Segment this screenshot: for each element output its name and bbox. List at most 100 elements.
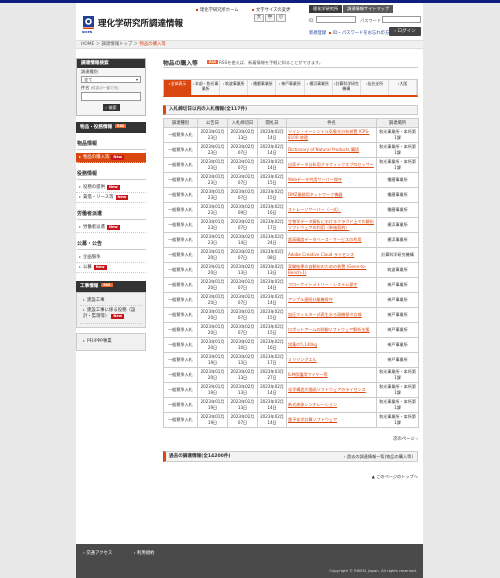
kind-select[interactable]: 全て [81, 76, 141, 83]
col-header: 開札日 [257, 118, 287, 128]
rss-badge[interactable]: RSS [115, 124, 127, 128]
subject-link[interactable]: ロボットアームの制御ソフトウェア解析支援 [288, 327, 370, 332]
cell-type: 一般競争入札 [163, 412, 198, 428]
cell-type: 一般競争入札 [163, 352, 198, 368]
subject-link[interactable]: フローサイトメトリー・システム保守 [288, 282, 357, 287]
forgot-id-link[interactable]: ID・パスワードをお忘れの方 [329, 30, 389, 36]
cell-location: 和光事業所・本所第1課 [376, 142, 419, 158]
sidebar-item-construction[interactable]: 建設工事 [80, 296, 142, 306]
subject-link[interactable]: 自家データ分析用グラフィックスプロセッサー [288, 162, 374, 167]
name-label-row: 件名 (件名の一部で可) [77, 84, 145, 91]
sidebar: 調達情報検索 調達種別 全て 件名 (件名の一部で可) › 検索 物品・役務情報… [76, 58, 146, 351]
to-top-link[interactable]: ▲ このページのトップへ [163, 474, 418, 480]
tab-label: 計算科学研究機構 [335, 81, 359, 91]
footer-link-access[interactable]: › 交通アクセス [83, 551, 122, 556]
id-input[interactable] [316, 16, 356, 23]
subject-link[interactable]: Webデータ共用サーバー保守 [288, 177, 342, 182]
search-title: 調達情報検索 [77, 59, 145, 68]
tab-harima[interactable]: 播磨事業所 [248, 80, 277, 95]
name-input[interactable] [81, 92, 141, 101]
sidebar-item-competition[interactable]: 企画競争 [76, 253, 146, 263]
cell-deadline: 2023年02月09日 [227, 202, 258, 218]
subject-link[interactable]: ストレージサーバー（一式） [288, 207, 341, 212]
cell-type: 一般競争入札 [163, 322, 198, 338]
cell-location: 神戸事業所 [376, 277, 419, 293]
sidebar-item-service[interactable]: 役務の提供 New [76, 183, 146, 193]
rss-badge[interactable]: RSS [101, 283, 113, 287]
subject-link[interactable]: Dictionary of Natural Products 購読 [288, 147, 359, 152]
subject-link[interactable]: 試薬の5,140kg [288, 342, 317, 347]
login-button[interactable]: › ログイン [389, 27, 421, 36]
sidebar-item-lease[interactable]: 賃借・リース等 New [76, 193, 146, 203]
cell-notice-date: 2023年01月20日 [197, 262, 228, 278]
cell-subject: ツイン・イーシントル気象光分析装置 ICPS-8100 修理 [286, 127, 377, 143]
cell-location: 播磨事業所 [376, 202, 419, 218]
subject-link[interactable]: Adobe Creative Cloud ライセンス [288, 252, 354, 257]
sidebar-item-construction-service[interactable]: 建設工事に係る役務（設計・監理等） New [80, 306, 142, 324]
subject-link[interactable]: 加圧フィルター式再生水ろ過機保守点検 [288, 312, 362, 317]
cell-location: 神戸事業所 [376, 337, 419, 353]
subject-link[interactable]: 生物学データ解析におけるクラウド上での解析ソフトウェアの利用（単価契約） [288, 219, 374, 230]
cell-type: 一般競争入札 [163, 367, 198, 383]
subject-link[interactable]: 量子化学計算ソフトウェア [288, 417, 337, 422]
search-button[interactable]: › 検索 [102, 104, 120, 111]
name-hint: (件名の一部で可) [90, 86, 119, 90]
subject-link[interactable]: 新式液体シンチレーション [288, 402, 337, 407]
sidebar-item-dispatch[interactable]: 労働者派遣 New [76, 223, 146, 233]
cell-opening-date: 2023年02月14日 [257, 292, 287, 308]
tab-label: 横浜事業所 [309, 81, 329, 86]
site-title[interactable]: 理化学研究所調達情報 [98, 17, 183, 29]
riken-home-link[interactable]: 理化学研究所ホーム [196, 7, 239, 13]
table-row: 一般競争入札 2023年01月20日 2023年02月07日 2023年02月14日ア… [163, 292, 419, 308]
subject-link[interactable]: 超高精度データベース・サービスの利用 [288, 237, 361, 242]
table-row: 一般競争入札 2023年01月19日 2023年02月13日 2023年02月17日ミ… [163, 352, 419, 368]
sidebar-item-label: 公募 [83, 265, 92, 270]
font-small-button[interactable]: 小 [276, 14, 286, 22]
tab-wako[interactable]: 本部・和光事業所 [192, 80, 221, 95]
tab-computational[interactable]: 計算科学研究機構 [332, 80, 361, 95]
register-link[interactable]: 新規登録 [309, 30, 326, 36]
breadcrumb-procurement[interactable]: 調達情報トップ [102, 42, 133, 47]
next-page-link[interactable]: 次のページ › [163, 436, 418, 442]
tab-sendai[interactable]: 仙台支所 [360, 80, 389, 95]
footer-link-terms[interactable]: › 利用規約 [134, 551, 165, 556]
subject-link[interactable]: ILM保護用ワイヤー等 [288, 372, 328, 377]
tab-riken[interactable]: 理化学研究所 [309, 5, 343, 13]
arrow-icon [79, 265, 81, 268]
subject-link[interactable]: 化学構造式描画ソフトウェアのライセンス [288, 387, 366, 392]
bullet-icon [329, 31, 331, 34]
cell-subject: 生物学データ解析におけるクラウド上での解析ソフトウェアの利用（単価契約） [286, 217, 377, 233]
tab-osaka[interactable]: 大阪 [388, 80, 417, 95]
font-medium-button[interactable]: 中 [265, 14, 275, 22]
breadcrumb-home[interactable]: HOME [81, 42, 94, 47]
cell-deadline: 2023年02月13日 [227, 262, 258, 278]
subject-link[interactable]: 実験結果の自動化のための装置 (Gene-to-Bench-1) [288, 264, 366, 275]
sidebar-item-goods-purchase[interactable]: 物品の購入等 New [76, 153, 146, 163]
font-large-button[interactable]: 大 [254, 14, 264, 22]
sidebar-item-public-offer[interactable]: 公募 New [76, 263, 146, 273]
public-group-title: 公募・公告 [77, 240, 146, 250]
tab-tsukuba[interactable]: 筑波事業所 [220, 80, 249, 95]
cell-notice-date: 2023年01月23日 [197, 217, 228, 233]
construction-title: 工事情報 [80, 284, 99, 289]
cell-type: 一般競争入札 [163, 307, 198, 323]
tab-sitemap[interactable]: 調達情報サイトマップ [343, 5, 394, 13]
cell-subject: Adobe Creative Cloud ライセンス [286, 247, 377, 263]
arrow-icon [79, 195, 81, 198]
rss-badge[interactable]: RSS [207, 60, 219, 64]
search-box: 調達情報検索 調達種別 全て 件名 (件名の一部で可) › 検索 [76, 58, 146, 116]
sidebar-item-pfi[interactable]: PFI/PPP事業 [80, 337, 142, 347]
subject-link[interactable]: ミリリングエル [288, 357, 317, 362]
cell-type: 一般競争入札 [163, 142, 198, 158]
subject-link[interactable]: ツイン・イーシントル気象光分析装置 ICPS-8100 修理 [288, 129, 369, 140]
password-input[interactable] [382, 16, 421, 23]
tab-kobe[interactable]: 神戸事業所 [276, 80, 305, 95]
tab-label: 全体表示 [170, 81, 187, 86]
tab-all[interactable]: 全体表示 [164, 80, 193, 95]
past-info-link[interactable]: › 過去の調達情報一覧(物品の購入等) [344, 452, 413, 461]
cell-notice-date: 2023年01月20日 [197, 367, 228, 383]
riken-logo-icon[interactable] [83, 16, 94, 29]
subject-link[interactable]: DMZ業務用ネットワーク機器 [288, 192, 343, 197]
tab-yokohama[interactable]: 横浜事業所 [304, 80, 333, 95]
subject-link[interactable]: アンプル連続分離機保守 [288, 297, 333, 302]
